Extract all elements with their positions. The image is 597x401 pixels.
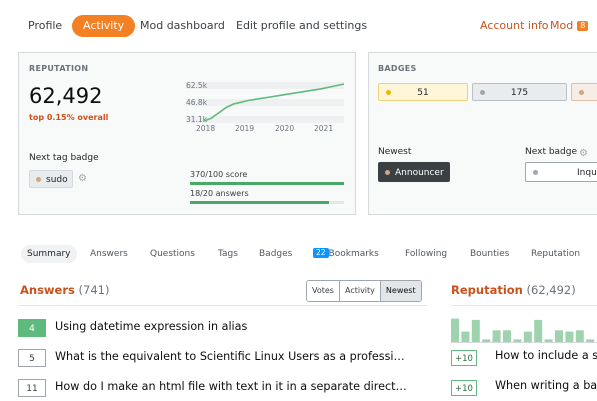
- answers-progress-fill: [190, 201, 329, 204]
- answer-score-accepted: 4: [18, 319, 46, 337]
- divider: [451, 342, 597, 343]
- tab-profile[interactable]: Profile: [28, 15, 62, 37]
- newest-badge-label: Newest: [378, 147, 412, 157]
- answer-title-link[interactable]: What is the equivalent to Scientific Lin…: [55, 350, 405, 363]
- silver-dot-icon: [533, 169, 538, 175]
- answer-score: 5: [18, 349, 46, 367]
- gold-count: 51: [417, 88, 429, 98]
- x-tick-label: 2020: [275, 124, 295, 133]
- gear-icon[interactable]: ⚙: [579, 148, 588, 159]
- subtab-bounties[interactable]: Bounties: [470, 245, 509, 263]
- sparkline-bar: [523, 331, 532, 342]
- answers-count: (741): [78, 283, 110, 297]
- reputation-panel-title[interactable]: Reputation: [451, 283, 523, 297]
- sparkline-bar: [471, 319, 480, 342]
- sparkline-bar: [534, 319, 543, 342]
- rep-post-link[interactable]: When writing a bas: [495, 379, 597, 392]
- next-tag-name: sudo: [46, 175, 68, 185]
- mod-count-badge: 8: [577, 21, 589, 31]
- bronze-dot-icon: [36, 176, 41, 182]
- subtab-bookmarks[interactable]: 22 Bookmarks: [313, 245, 379, 263]
- reputation-rank: top 0.15% overall: [29, 113, 109, 122]
- silver-count: 175: [510, 88, 529, 98]
- answer-title-link[interactable]: How do I make an html file with text in …: [55, 380, 407, 393]
- reputation-sparkline: [451, 318, 595, 342]
- answer-score: 11: [18, 379, 46, 397]
- reputation-value: 62,492: [29, 84, 103, 108]
- reputation-chart: [203, 83, 345, 122]
- reputation-panel-count: (62,492): [526, 283, 576, 297]
- account-info-link[interactable]: Account info: [480, 15, 549, 37]
- subtab-answers[interactable]: Answers: [90, 245, 128, 263]
- subtab-badges[interactable]: Badges: [259, 245, 292, 263]
- tab-edit-profile[interactable]: Edit profile and settings: [236, 15, 367, 37]
- reputation-card: [18, 52, 356, 215]
- silver-dot-icon: [480, 90, 485, 95]
- gold-badge-count[interactable]: 51: [378, 83, 468, 101]
- sort-activity-button[interactable]: Activity: [339, 281, 381, 301]
- silver-badge-count[interactable]: 175: [472, 83, 567, 101]
- next-tag-badge-label: Next tag badge: [29, 153, 99, 163]
- sparkline-bar: [461, 331, 470, 342]
- bronze-dot-icon: [385, 169, 390, 175]
- subtab-tags[interactable]: Tags: [218, 245, 238, 263]
- sort-votes-button[interactable]: Votes: [307, 281, 340, 301]
- answer-title-link[interactable]: Using datetime expression in alias: [55, 320, 247, 333]
- score-progress-label: 370/100 score: [190, 170, 248, 179]
- subtab-reputation[interactable]: Reputation: [531, 245, 580, 263]
- score-progress-fill: [190, 182, 344, 185]
- sort-newest-button[interactable]: Newest: [380, 281, 421, 301]
- reputation-section-title: REPUTATION: [29, 64, 89, 73]
- mod-link[interactable]: Mod 8: [550, 15, 589, 37]
- bronze-dot-icon: [579, 89, 584, 95]
- answers-progress-bar: [190, 201, 344, 204]
- gold-dot-icon: [386, 90, 391, 95]
- subtab-bookmarks-label: Bookmarks: [328, 249, 379, 259]
- tab-activity[interactable]: Activity: [72, 15, 136, 37]
- x-tick-label: 2019: [235, 124, 255, 133]
- next-badge-name: Inqu: [577, 168, 597, 178]
- tab-mod-dashboard[interactable]: Mod dashboard: [140, 15, 225, 37]
- bookmarks-count-badge: 22: [313, 248, 329, 258]
- rep-post-link[interactable]: How to include a sp: [495, 349, 597, 362]
- reputation-line: [203, 83, 345, 122]
- rep-change: +10: [451, 380, 477, 396]
- sparkline-bar: [555, 330, 563, 342]
- newest-badge[interactable]: Announcer: [378, 162, 450, 182]
- answers-sort-filter: Votes Activity Newest: [306, 280, 422, 302]
- score-progress-bar: [190, 182, 344, 185]
- x-tick-label: 2021: [314, 124, 334, 133]
- bronze-badge-count[interactable]: [571, 83, 597, 101]
- sparkline-bar: [492, 330, 501, 342]
- reputation-panel-header: Reputation (62,492): [451, 283, 576, 297]
- newest-badge-name: Announcer: [395, 168, 444, 178]
- subtab-questions[interactable]: Questions: [150, 245, 195, 263]
- badges-card: [368, 52, 597, 215]
- mod-label: Mod: [550, 19, 574, 32]
- divider: [451, 305, 597, 306]
- answers-progress-label: 18/20 answers: [190, 189, 249, 198]
- sparkline-bar: [451, 318, 459, 342]
- next-badge[interactable]: Inqu: [525, 162, 597, 182]
- badges-section-title: BADGES: [378, 64, 417, 73]
- x-tick-label: 2018: [196, 124, 216, 133]
- rep-change: +10: [451, 350, 477, 366]
- divider: [18, 305, 427, 306]
- subtab-following[interactable]: Following: [405, 245, 447, 263]
- answers-header: Answers (741): [20, 283, 109, 297]
- sparkline-bar: [575, 330, 584, 342]
- sparkline-bar: [565, 331, 574, 342]
- sparkline-bar: [503, 330, 511, 342]
- next-tag-badge[interactable]: sudo: [29, 170, 73, 188]
- subtab-summary[interactable]: Summary: [21, 245, 77, 263]
- gear-icon[interactable]: ⚙: [78, 173, 87, 184]
- answers-title[interactable]: Answers: [20, 283, 75, 297]
- next-badge-label: Next badge: [525, 147, 578, 157]
